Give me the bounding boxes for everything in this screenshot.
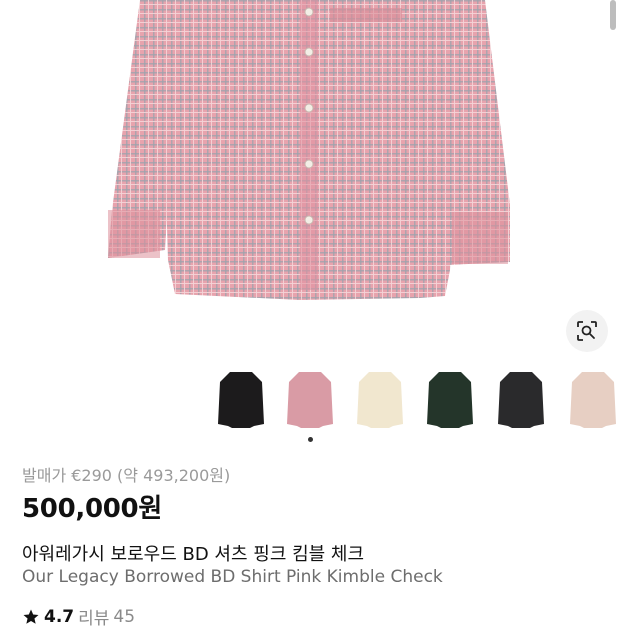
review-label: 리뷰	[78, 609, 110, 629]
scrollbar[interactable]	[610, 0, 616, 30]
price: 500,000원	[22, 494, 162, 524]
shirt-thumbnail	[218, 372, 264, 428]
original-price: 발매가 €290 (약 493,200원)	[22, 466, 231, 485]
shirt-thumbnail	[498, 372, 544, 428]
shirt-thumbnail	[570, 372, 616, 428]
thumbnail-green-check[interactable]	[419, 364, 481, 430]
thumbnail-black[interactable]	[210, 364, 272, 430]
thumbnail-pink-check[interactable]	[279, 364, 341, 430]
review-count: 45	[113, 606, 136, 627]
rating-summary[interactable]: 4.7 리뷰 45	[22, 604, 135, 629]
thumbnail-beige-check[interactable]	[562, 364, 620, 430]
product-image[interactable]	[0, 0, 620, 350]
thumbnail-black-2[interactable]	[490, 364, 552, 430]
rating-value: 4.7	[44, 606, 75, 627]
page-dot	[307, 437, 313, 442]
shirt-thumbnail	[357, 372, 403, 428]
lens-search-icon	[577, 321, 597, 341]
shirt-thumbnail	[287, 372, 333, 428]
page-indicator	[306, 437, 314, 445]
image-search-button[interactable]	[566, 310, 608, 352]
star-icon	[23, 609, 39, 624]
shirt-image	[108, 0, 510, 300]
shirt-thumbnail	[427, 372, 473, 428]
product-title-ko: 아워레가시 보로우드 BD 셔츠 핑크 킴블 체크	[22, 544, 365, 565]
product-title-en[interactable]: Our Legacy Borrowed BD Shirt Pink Kimble…	[22, 567, 443, 587]
thumbnail-strip	[0, 364, 620, 436]
thumbnail-cream-check[interactable]	[349, 364, 411, 430]
